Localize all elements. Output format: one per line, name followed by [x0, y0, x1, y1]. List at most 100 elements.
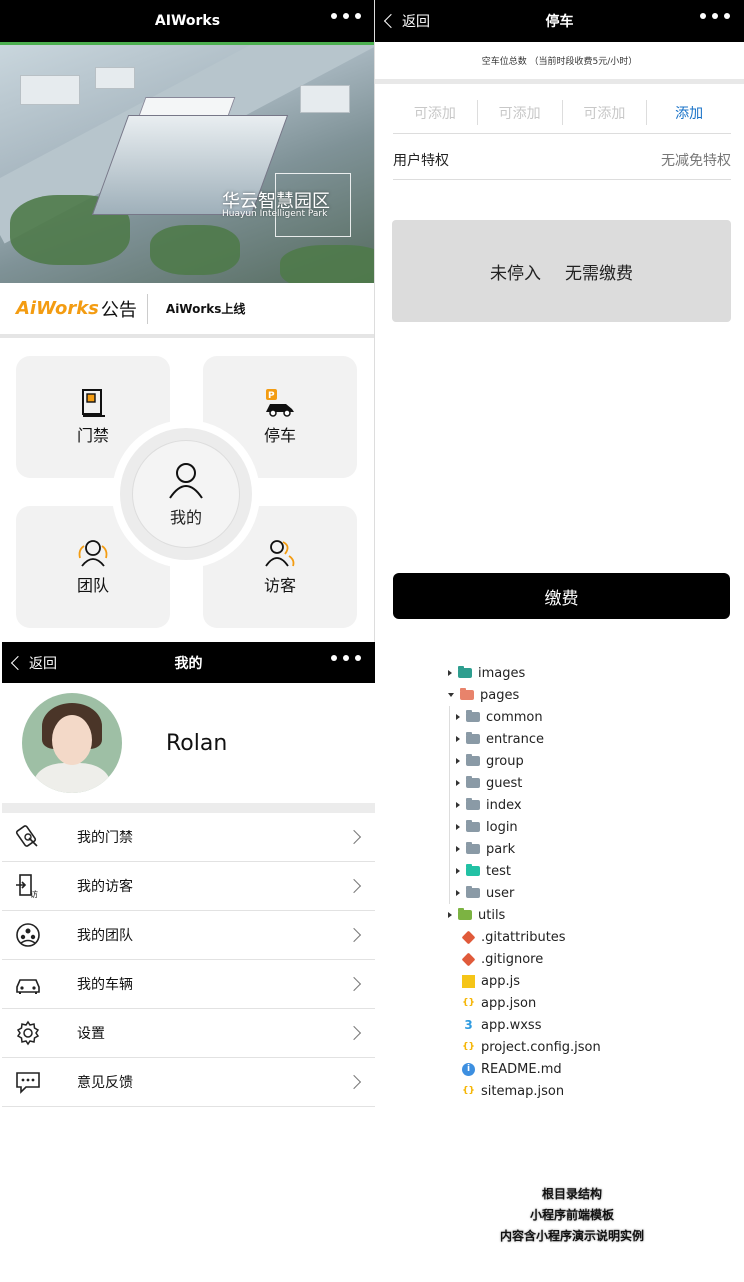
caret-right-icon[interactable]	[456, 890, 460, 896]
access-card-icon	[82, 389, 105, 417]
svg-text:P: P	[268, 391, 275, 401]
tree-item[interactable]: .gitattributes	[461, 926, 566, 948]
tree-item[interactable]: test	[456, 860, 511, 882]
file-tree: images pages common entrance group guest index…	[440, 662, 700, 1102]
menu-item-visitor[interactable]: 访 我的访客	[2, 862, 375, 911]
json-file-icon: {}	[462, 998, 475, 1008]
tree-item[interactable]: {} app.json	[462, 992, 536, 1014]
caret-right-icon[interactable]	[456, 846, 460, 852]
tree-item[interactable]: guest	[456, 772, 522, 794]
tree-item[interactable]: index	[456, 794, 522, 816]
car-icon	[14, 970, 42, 998]
home-screen: AIWorks 华云智慧园区 Huayun Intelligent Park A…	[0, 0, 375, 642]
chevron-left-icon	[10, 655, 26, 671]
tree-item[interactable]: i README.md	[462, 1058, 562, 1080]
chevron-right-icon	[346, 1074, 362, 1090]
tree-item[interactable]: user	[456, 882, 514, 904]
notice-label: 公告	[100, 299, 137, 321]
pay-button[interactable]: 缴费	[393, 573, 730, 619]
caption-line: 根目录结构	[541, 1187, 602, 1201]
notice-bar[interactable]: AiWorks 公告 AiWorks上线	[0, 283, 374, 338]
tree-item[interactable]: login	[456, 816, 518, 838]
caret-right-icon[interactable]	[456, 802, 460, 808]
caret-right-icon[interactable]	[456, 824, 460, 830]
menu-item-vehicle[interactable]: 我的车辆	[2, 960, 375, 1009]
profile-header: Rolan	[2, 683, 375, 803]
caption-line: 内容含小程序演示说明实例	[499, 1229, 644, 1243]
more-menu-icon[interactable]	[331, 13, 361, 19]
caret-right-icon[interactable]	[448, 670, 452, 676]
plate-slot[interactable]: 可添加	[393, 100, 478, 125]
tree-item[interactable]: images	[448, 662, 525, 684]
plate-slot[interactable]: 可添加	[563, 100, 648, 125]
tree-item[interactable]: entrance	[456, 728, 544, 750]
tree-item-label: .gitignore	[481, 951, 544, 967]
avatar[interactable]	[22, 693, 122, 793]
back-button[interactable]: 返回	[10, 642, 57, 684]
caret-right-icon[interactable]	[456, 736, 460, 742]
tree-item[interactable]: {} project.config.json	[462, 1036, 601, 1058]
chevron-right-icon	[346, 878, 362, 894]
tree-item-label: park	[486, 841, 516, 857]
profile-navbar: 返回 我的	[2, 642, 375, 683]
tree-item-label: .gitattributes	[481, 929, 566, 945]
parking-screen: 返回 停车 空车位总数 （当前时段收费5元/小时） 可添加 可添加 可添加 添加…	[375, 0, 744, 642]
caret-right-icon[interactable]	[456, 780, 460, 786]
tree-item-label: guest	[486, 775, 523, 791]
tree-item-label: app.js	[481, 973, 520, 989]
add-plate-button[interactable]: 添加	[647, 100, 731, 125]
tree-item[interactable]: utils	[448, 904, 505, 926]
tree-item[interactable]: common	[456, 706, 543, 728]
privilege-value: 无减免特权	[661, 152, 731, 169]
css-file-icon: 3	[464, 1018, 473, 1032]
tree-item[interactable]: park	[456, 838, 515, 860]
caret-right-icon[interactable]	[448, 912, 452, 918]
gear-icon	[14, 1019, 42, 1047]
tree-item[interactable]: app.js	[462, 970, 520, 992]
privilege-label: 用户特权	[393, 152, 449, 169]
tree-item-label: sitemap.json	[481, 1083, 565, 1099]
park-banner[interactable]: 华云智慧园区 Huayun Intelligent Park	[0, 45, 374, 283]
chevron-right-icon	[346, 976, 362, 992]
tree-item-label: app.wxss	[481, 1017, 542, 1033]
more-menu-icon[interactable]	[700, 13, 730, 19]
chat-icon	[14, 1068, 42, 1096]
tree-item[interactable]: pages	[448, 684, 519, 706]
caret-down-icon[interactable]	[448, 693, 454, 697]
caret-right-icon[interactable]	[456, 868, 460, 874]
menu-item-team[interactable]: 我的团队	[2, 911, 375, 960]
back-button[interactable]: 返回	[383, 0, 430, 42]
back-label: 返回	[402, 14, 430, 30]
mine-center-button[interactable]: 我的	[112, 420, 260, 568]
caret-right-icon[interactable]	[456, 714, 460, 720]
notice-brand: AiWorks	[16, 298, 99, 319]
tree-item[interactable]: group	[456, 750, 524, 772]
menu-item-entrance[interactable]: 我的门禁	[2, 813, 375, 862]
user-icon	[169, 463, 203, 499]
menu-item-label: 我的门禁	[77, 830, 133, 846]
privilege-row: 用户特权 无减免特权	[393, 140, 731, 180]
plate-slot[interactable]: 可添加	[478, 100, 563, 125]
tree-item[interactable]: {} sitemap.json	[462, 1080, 564, 1102]
tile-parking-label: 停车	[263, 426, 296, 445]
username: Rolan	[166, 731, 228, 756]
folder-icon	[466, 798, 480, 810]
menu-item-settings[interactable]: 设置	[2, 1009, 375, 1058]
menu-item-feedback[interactable]: 意见反馈	[2, 1058, 375, 1107]
back-label: 返回	[29, 656, 57, 672]
tree-item[interactable]: 3 app.wxss	[462, 1014, 541, 1036]
caret-right-icon[interactable]	[456, 758, 460, 764]
tree-item[interactable]: .gitignore	[461, 948, 544, 970]
more-menu-icon[interactable]	[331, 655, 361, 661]
parked-status: 未停入	[490, 263, 541, 284]
tree-item-label: user	[486, 885, 515, 901]
team-icon	[14, 921, 42, 949]
folder-icon	[466, 776, 480, 788]
chevron-left-icon	[383, 13, 399, 29]
tree-item-label: images	[478, 665, 526, 681]
menu-item-label: 我的车辆	[77, 977, 133, 993]
git-icon	[461, 952, 476, 966]
notice-text: AiWorks上线	[165, 302, 246, 316]
parking-title: 停车	[545, 14, 574, 30]
json-file-icon: {}	[462, 1086, 475, 1096]
